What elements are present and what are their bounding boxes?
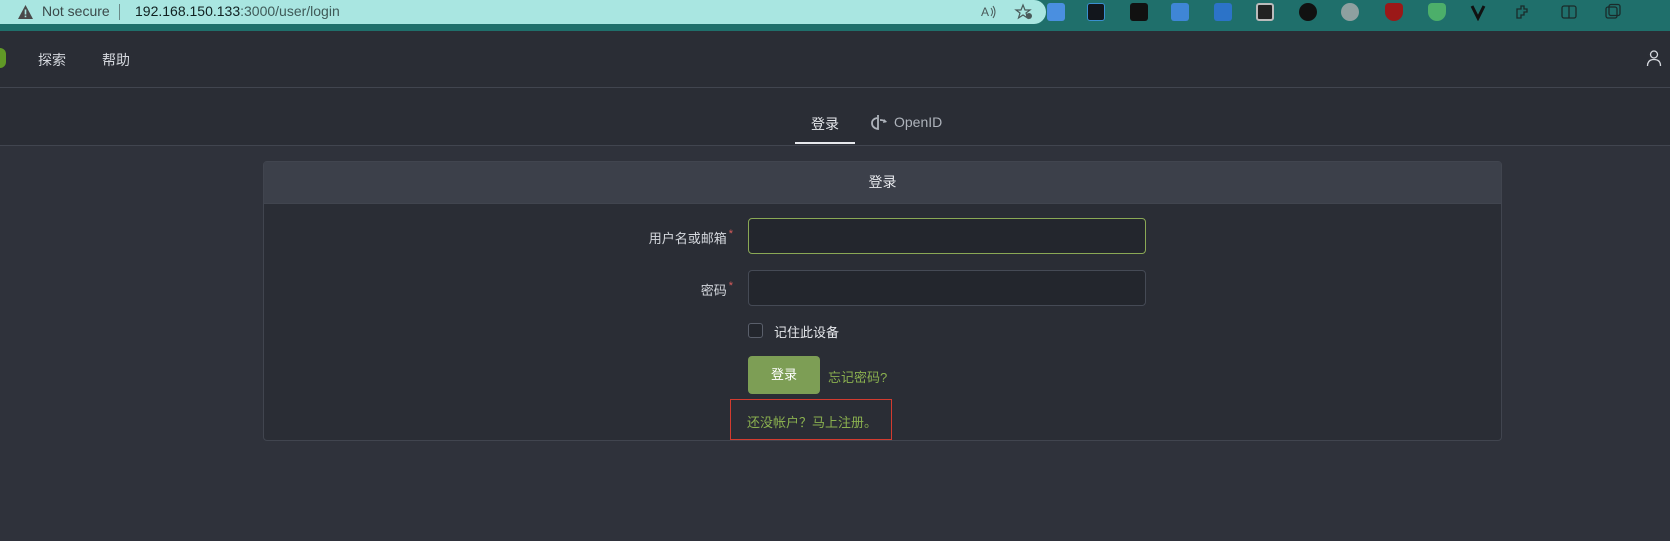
security-status[interactable]: Not secure (42, 3, 110, 19)
url-text[interactable]: 192.168.150.133:3000/user/login (135, 3, 340, 19)
ext-icon-3[interactable] (1130, 3, 1148, 21)
address-bar[interactable]: Not secure 192.168.150.133:3000/user/log… (0, 0, 1046, 24)
shield-ext-icon[interactable] (1428, 3, 1446, 21)
url-host: 192.168.150.133 (135, 3, 241, 19)
browser-toolbar: Not secure 192.168.150.133:3000/user/log… (0, 0, 1670, 31)
extensions-icon[interactable] (1513, 3, 1531, 21)
register-link[interactable]: 还没帐户？马上注册。 (747, 412, 877, 431)
login-form: 登录 用户名或邮箱 * 密码 * 记住此设备 登录 忘记密码? 还没帐户？马上注册。 (263, 161, 1502, 441)
ext-icon-2[interactable] (1087, 3, 1105, 21)
password-field[interactable] (748, 270, 1146, 306)
logo-icon[interactable] (0, 48, 6, 68)
ext-icon-6[interactable] (1256, 3, 1274, 21)
ext-icon-8[interactable] (1341, 3, 1359, 21)
username-label: 用户名或邮箱 * (554, 228, 733, 247)
required-mark: * (728, 280, 733, 292)
password-label: 密码 * (554, 280, 733, 299)
required-mark: * (728, 228, 733, 240)
ublock-icon[interactable] (1385, 3, 1403, 21)
remember-label[interactable]: 记住此设备 (774, 322, 839, 341)
user-icon[interactable] (1646, 49, 1662, 67)
url-path: :3000/user/login (240, 3, 340, 19)
collections-icon[interactable] (1604, 3, 1622, 21)
ext-icon-5[interactable] (1214, 3, 1232, 21)
login-tabs: 登录 OpenID (0, 88, 1670, 146)
ext-icon-7[interactable] (1299, 3, 1317, 21)
split-screen-icon[interactable] (1560, 3, 1578, 21)
nav-explore[interactable]: 探索 (38, 50, 66, 70)
active-tab-indicator (795, 142, 855, 144)
warning-icon[interactable] (17, 4, 34, 20)
image-ext-icon[interactable] (1047, 3, 1065, 21)
v-ext-icon[interactable] (1469, 3, 1487, 21)
password-label-text: 密码 (700, 283, 727, 298)
openid-icon (871, 115, 887, 131)
nav-help[interactable]: 帮助 (102, 50, 130, 70)
forgot-password-link[interactable]: 忘记密码? (828, 367, 887, 386)
form-header: 登录 (264, 162, 1501, 204)
read-aloud-icon[interactable]: A (980, 3, 998, 21)
login-button[interactable]: 登录 (748, 356, 820, 394)
tab-login[interactable]: 登录 (811, 114, 839, 134)
ext-icon-4[interactable] (1171, 3, 1189, 21)
username-field[interactable] (748, 218, 1146, 254)
svg-text:A: A (981, 5, 989, 19)
username-label-text: 用户名或邮箱 (648, 231, 727, 246)
top-navbar: 探索 帮助 (0, 31, 1670, 88)
register-highlight: 还没帐户？马上注册。 (730, 399, 892, 440)
favorite-icon[interactable] (1014, 3, 1034, 21)
address-divider (119, 4, 120, 20)
remember-checkbox[interactable] (748, 323, 763, 338)
tab-openid[interactable]: OpenID (894, 114, 942, 130)
